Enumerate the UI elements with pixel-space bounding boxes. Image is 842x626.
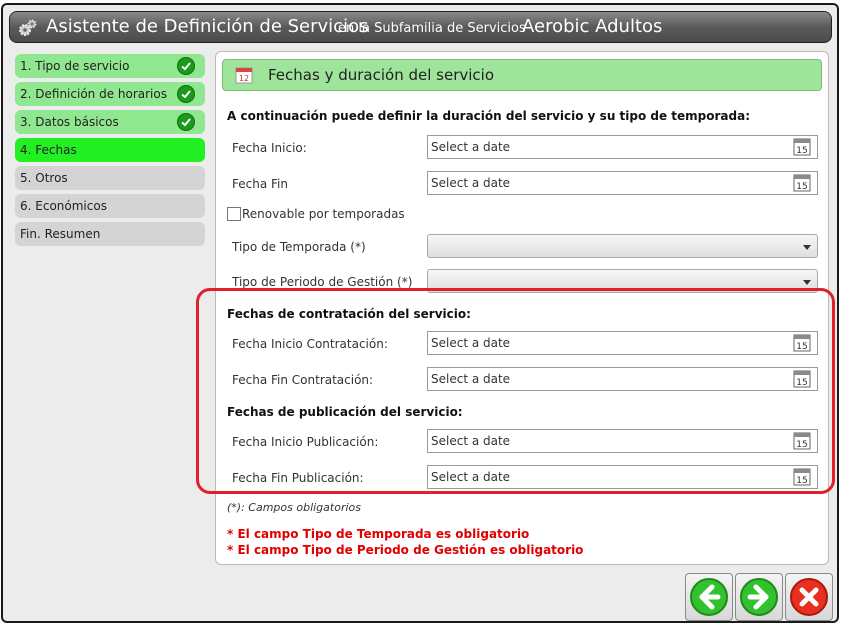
subfamily-prefix: en la Subfamilia de Servicios [338, 21, 526, 36]
inicio-contratacion-value: Select a date [431, 336, 511, 350]
fin-contratacion-value: Select a date [431, 372, 511, 386]
close-icon [790, 578, 828, 616]
error-temporada: * El campo Tipo de Temporada es obligato… [227, 527, 530, 541]
panel-title: Fechas y duración del servicio [268, 66, 494, 84]
intro-text: A continuación puede definir la duración… [227, 109, 751, 123]
required-note: (*): Campos obligatorios [227, 501, 361, 514]
fin-publicacion-value: Select a date [431, 470, 511, 484]
calendar-day: 15 [796, 182, 807, 192]
calendar-icon[interactable]: 15 [793, 468, 811, 486]
inicio-contratacion-picker[interactable]: Select a date 15 [427, 331, 818, 355]
wizard-steps: 1. Tipo de servicio 2. Definición de hor… [15, 54, 205, 250]
step-label: 4. Fechas [20, 143, 77, 157]
tipo-periodo-label: Tipo de Periodo de Gestión (*) [232, 275, 413, 289]
calendar-day: 15 [796, 342, 807, 352]
fecha-fin-picker[interactable]: Select a date 15 [427, 171, 818, 195]
step-tipo-servicio[interactable]: 1. Tipo de servicio [15, 54, 205, 78]
renovable-label: Renovable por temporadas [242, 207, 405, 221]
step-label: 5. Otros [20, 171, 68, 185]
publicacion-title: Fechas de publicación del servicio: [227, 405, 463, 419]
step-definicion-horarios[interactable]: 2. Definición de horarios [15, 82, 205, 106]
step-otros[interactable]: 5. Otros [15, 166, 205, 190]
panel-header: 12 Fechas y duración del servicio [222, 59, 822, 91]
fecha-fin-value: Select a date [431, 176, 511, 190]
tipo-temporada-select[interactable] [427, 234, 818, 258]
wizard-window: Asistente de Definición de Servicios en … [1, 3, 839, 623]
dates-panel: 12 Fechas y duración del servicio A cont… [196, 51, 835, 565]
contratacion-title: Fechas de contratación del servicio: [227, 307, 471, 321]
fin-contratacion-label: Fecha Fin Contratación: [232, 373, 374, 387]
step-label: Fin. Resumen [20, 227, 101, 241]
inicio-publicacion-label: Fecha Inicio Publicación: [232, 435, 379, 449]
fecha-inicio-label: Fecha Inicio: [232, 141, 307, 155]
fecha-fin-label: Fecha Fin [232, 177, 288, 191]
fin-contratacion-picker[interactable]: Select a date 15 [427, 367, 818, 391]
fin-publicacion-picker[interactable]: Select a date 15 [427, 465, 818, 489]
cancel-button[interactable] [785, 573, 833, 621]
calendar-icon[interactable]: 15 [793, 138, 811, 156]
calendar-icon[interactable]: 15 [793, 370, 811, 388]
calendar-day: 15 [796, 440, 807, 450]
step-fechas[interactable]: 4. Fechas [15, 138, 205, 162]
tipo-periodo-select[interactable] [427, 269, 818, 293]
inicio-publicacion-picker[interactable]: Select a date 15 [427, 429, 818, 453]
calendar-day: 15 [796, 476, 807, 486]
tipo-temporada-label: Tipo de Temporada (*) [232, 240, 366, 254]
inicio-contratacion-label: Fecha Inicio Contratación: [232, 337, 388, 351]
error-periodo: * El campo Tipo de Periodo de Gestión es… [227, 543, 584, 557]
header-icon-day: 12 [239, 74, 249, 83]
checkmark-icon [177, 113, 195, 131]
window-title: Asistente de Definición de Servicios [46, 16, 369, 37]
arrow-left-icon [690, 578, 728, 616]
calendar-day: 15 [796, 146, 807, 156]
fecha-inicio-value: Select a date [431, 140, 511, 154]
calendar-icon[interactable]: 15 [793, 174, 811, 192]
step-datos-basicos[interactable]: 3. Datos básicos [15, 110, 205, 134]
calendar-icon[interactable]: 15 [793, 334, 811, 352]
checkmark-icon [177, 57, 195, 75]
step-label: 1. Tipo de servicio [20, 59, 130, 73]
step-resumen[interactable]: Fin. Resumen [15, 222, 205, 246]
calendar-day: 15 [796, 378, 807, 388]
calendar-icon[interactable]: 15 [793, 432, 811, 450]
fin-publicacion-label: Fecha Fin Publicación: [232, 471, 364, 485]
calendar-icon: 12 [235, 67, 253, 84]
arrow-right-icon [740, 578, 778, 616]
step-label: 6. Económicos [20, 199, 107, 213]
step-label: 3. Datos básicos [20, 115, 119, 129]
service-name: Aerobic Adultos [522, 16, 663, 37]
back-button[interactable] [685, 573, 733, 621]
title-bar: Asistente de Definición de Servicios en … [9, 11, 832, 43]
checkmark-icon [177, 85, 195, 103]
fecha-inicio-picker[interactable]: Select a date 15 [427, 135, 818, 159]
inicio-publicacion-value: Select a date [431, 434, 511, 448]
step-label: 2. Definición de horarios [20, 87, 167, 101]
gear-icon [19, 19, 37, 36]
renovable-checkbox[interactable] [227, 207, 241, 221]
next-button[interactable] [735, 573, 783, 621]
step-economicos[interactable]: 6. Económicos [15, 194, 205, 218]
chevron-down-icon [803, 245, 811, 250]
chevron-down-icon [803, 280, 811, 285]
